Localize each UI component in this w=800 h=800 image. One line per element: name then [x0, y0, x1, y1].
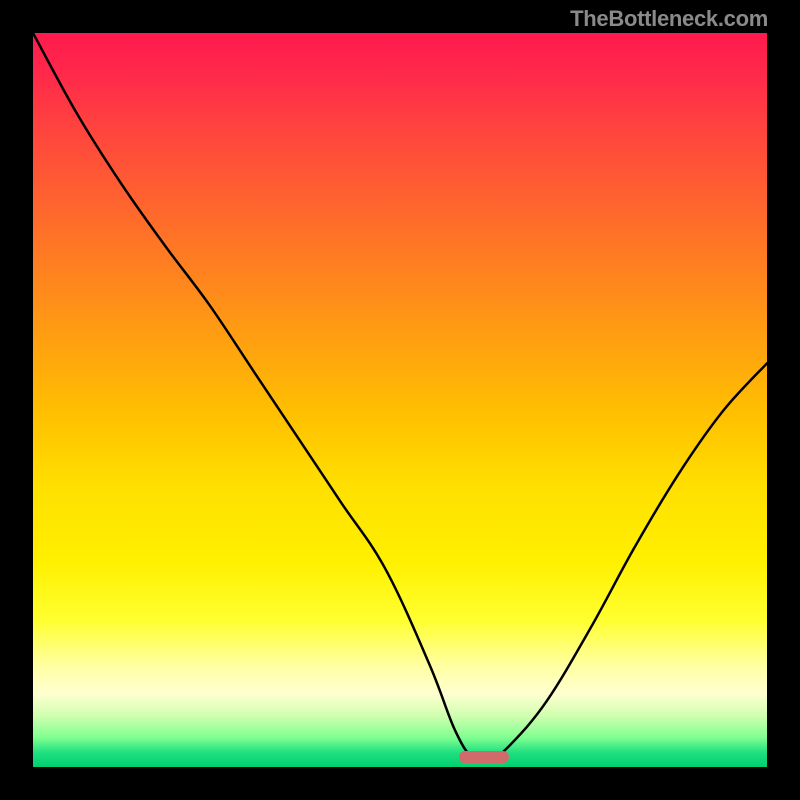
bottleneck-chart: TheBottleneck.com [0, 0, 800, 800]
curve-layer [33, 33, 767, 767]
watermark-text: TheBottleneck.com [570, 6, 768, 32]
optimum-marker [459, 751, 509, 763]
plot-area [33, 33, 767, 767]
bottleneck-curve [33, 33, 767, 761]
